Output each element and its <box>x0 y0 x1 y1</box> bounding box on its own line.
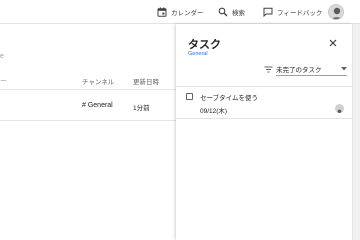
filter-icon <box>264 66 273 72</box>
task-divider <box>176 118 352 119</box>
task-list-page: e ー チャンネル 更新日時 # General 1分前 <box>0 24 176 240</box>
calendar-button[interactable]: カレンダー <box>157 5 204 19</box>
table-cell-channel[interactable]: # General <box>82 102 113 109</box>
search-label: 検索 <box>232 10 245 17</box>
panel-title: タスク <box>188 39 221 51</box>
task-filter: 未完了のタスク <box>264 61 348 77</box>
clipped-column-header: ー <box>0 78 7 85</box>
column-header-updated[interactable]: 更新日時 <box>133 76 159 86</box>
calendar-icon <box>157 7 167 17</box>
top-bar: カレンダー 検索 フィードバック <box>0 0 360 24</box>
table-cell-updated: 1分前 <box>133 105 150 112</box>
search-icon <box>218 7 228 17</box>
clipped-text: e <box>0 53 4 60</box>
row-divider <box>0 120 176 121</box>
panel-subtitle[interactable]: General <box>188 51 208 57</box>
feedback-icon <box>263 7 273 17</box>
calendar-label: カレンダー <box>171 10 204 17</box>
user-avatar[interactable] <box>328 4 344 20</box>
chevron-down-icon <box>341 66 347 70</box>
filter-selected-value: 未完了のタスク <box>276 66 322 74</box>
task-due-date: 09/12(木) <box>200 108 228 115</box>
close-button[interactable] <box>327 37 339 49</box>
column-header-channel[interactable]: チャンネル <box>82 76 114 86</box>
task-item[interactable]: セーブタイムを使う 09/12(木) <box>176 88 352 118</box>
close-icon <box>329 39 337 47</box>
task-checkbox[interactable] <box>186 93 193 100</box>
task-title[interactable]: セーブタイムを使う <box>200 92 258 102</box>
feedback-button[interactable]: フィードバック <box>263 5 322 19</box>
filter-select[interactable]: 未完了のタスク <box>276 62 347 76</box>
task-assignee-avatar <box>335 104 344 113</box>
feedback-label: フィードバック <box>277 10 323 17</box>
header-divider <box>0 89 176 90</box>
avatar-image <box>331 7 343 19</box>
search-button[interactable]: 検索 <box>218 5 245 19</box>
panel-divider <box>176 86 352 87</box>
assignee-avatar-image <box>337 109 342 113</box>
scroll-gutter <box>352 24 360 240</box>
task-panel: タスク General 未完了のタスク セーブタイムを使う 09/12(木) <box>176 24 352 240</box>
